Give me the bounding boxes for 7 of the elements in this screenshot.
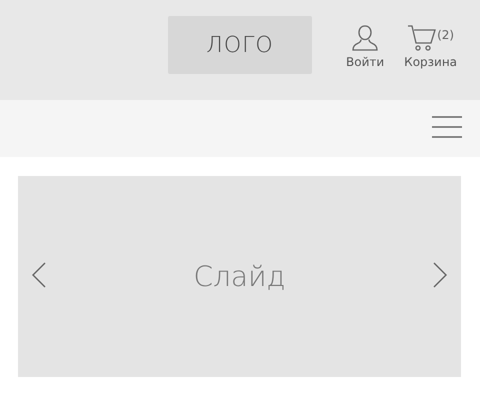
logo[interactable]: ЛОГО	[168, 16, 312, 74]
cart-button[interactable]: (2) Корзина	[404, 16, 458, 70]
login-button[interactable]: Войти	[346, 16, 384, 70]
slide-title: Слайд	[193, 260, 286, 293]
user-icon	[351, 24, 380, 52]
cart-icon	[407, 24, 438, 52]
cart-count: (2)	[437, 28, 454, 42]
